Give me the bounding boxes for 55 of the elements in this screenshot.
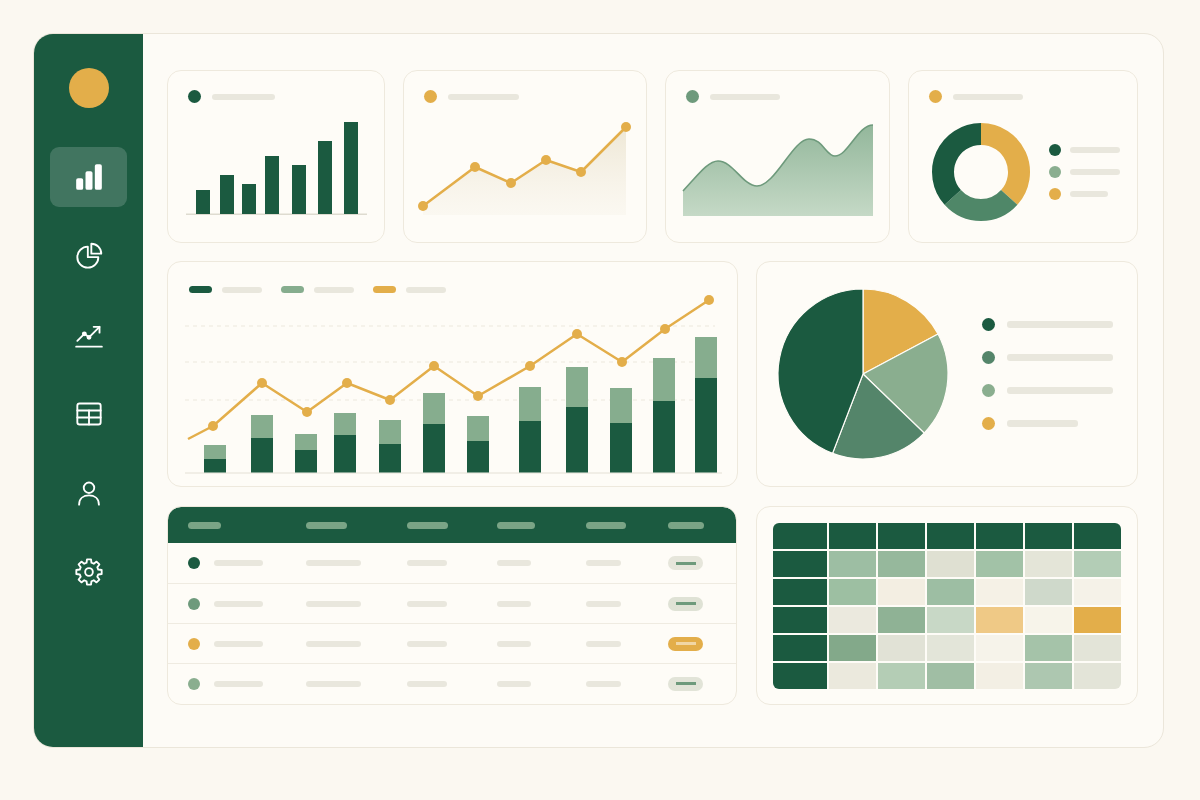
placeholder-line (407, 560, 447, 566)
nav-item[interactable] (50, 147, 127, 207)
placeholder-line (314, 286, 354, 293)
placeholder-line (406, 286, 446, 293)
placeholder-line (586, 600, 621, 607)
pie-chart-icon (74, 242, 103, 270)
placeholder-line (710, 93, 780, 100)
placeholder-line (407, 600, 447, 607)
heatmap-header-cell (773, 663, 827, 689)
heatmap-header-cell (773, 607, 827, 633)
heatmap-header-cell (773, 579, 827, 605)
placeholder-line (407, 680, 447, 687)
placeholder-line (497, 640, 531, 647)
placeholder-line (212, 93, 275, 100)
heatmap-header-cell (773, 523, 827, 549)
placeholder-line (497, 600, 531, 607)
table-icon (74, 400, 103, 428)
placeholder-line (214, 680, 263, 687)
heatmap-header-cell (976, 523, 1023, 549)
placeholder-line (586, 560, 621, 566)
heatmap-header-cell (773, 551, 827, 577)
placeholder-line (1070, 169, 1120, 175)
heatmap-header-cell (829, 523, 876, 549)
placeholder-line (586, 521, 626, 529)
placeholder-line (214, 600, 263, 607)
placeholder-line (222, 286, 262, 293)
settings-icon (74, 558, 103, 586)
placeholder-line (586, 640, 621, 647)
placeholder-line (306, 600, 361, 607)
bar-chart-icon (74, 163, 103, 191)
avatar (68, 68, 109, 108)
placeholder-line (1070, 147, 1120, 153)
placeholder-line (586, 680, 621, 687)
heatmap-header-cell (1025, 523, 1072, 549)
placeholder-line (306, 560, 361, 566)
placeholder-line (953, 93, 1023, 100)
placeholder-line (1070, 191, 1108, 197)
placeholder-line (668, 521, 704, 529)
placeholder-line (188, 521, 221, 529)
heatmap-header-cell (878, 523, 925, 549)
placeholder-line (214, 640, 263, 647)
heatmap-header-cell (927, 523, 974, 549)
placeholder-line (306, 680, 361, 687)
placeholder-line (497, 560, 531, 566)
heatmap-header-cell (773, 635, 827, 661)
placeholder-line (306, 640, 361, 647)
placeholder-line (497, 680, 531, 687)
placeholder-line (214, 560, 263, 566)
placeholder-line (1007, 420, 1078, 427)
placeholder-line (497, 521, 535, 529)
placeholder-line (306, 521, 347, 529)
placeholder-line (407, 521, 448, 529)
heatmap-header-cell (1074, 523, 1121, 549)
placeholder-line (407, 640, 447, 647)
placeholder-line (448, 93, 519, 100)
